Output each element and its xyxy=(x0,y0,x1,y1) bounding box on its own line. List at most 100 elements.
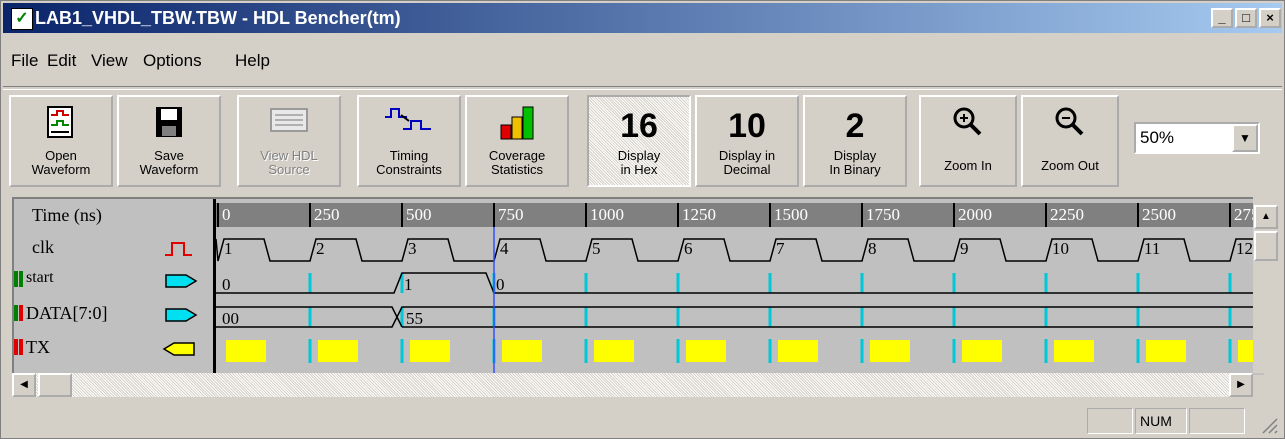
scroll-up-arrow-icon[interactable]: ▲ xyxy=(1254,205,1278,229)
waveform-canvas[interactable] xyxy=(216,199,1264,375)
clk-cycle-number: 2 xyxy=(316,239,325,258)
save-waveform-label: Save Waveform xyxy=(139,148,199,177)
timing-constraints-button[interactable]: Timing Constraints xyxy=(357,95,461,187)
view-hdl-source-button[interactable]: View HDL Source xyxy=(237,95,341,187)
signal-name-clk[interactable]: clk xyxy=(32,237,54,258)
input-bus-icon xyxy=(165,308,198,322)
dropdown-arrow-icon[interactable]: ▼ xyxy=(1232,124,1258,152)
display-decimal-button[interactable]: 10 Display in Decimal xyxy=(695,95,799,187)
zoom-out-icon xyxy=(1055,107,1084,136)
open-waveform-icon xyxy=(47,106,73,138)
tx-output-block xyxy=(226,340,266,362)
close-button[interactable]: × xyxy=(1259,8,1281,28)
display-decimal-label: Display in Decimal xyxy=(718,148,776,177)
clk-waveform xyxy=(216,238,1264,262)
save-waveform-button[interactable]: Save Waveform xyxy=(117,95,221,187)
clk-cycle-number: 10 xyxy=(1052,239,1069,258)
timing-constraints-icon xyxy=(385,108,431,130)
tx-output-block xyxy=(1054,340,1094,362)
view-hdl-source-label: View HDL Source xyxy=(260,148,318,177)
coverage-statistics-label: Coverage Statistics xyxy=(488,148,546,177)
app-window: ✓ LAB1_VHDL_TBW.TBW - HDL Bencher(tm) _ … xyxy=(0,0,1285,439)
binary-radix-number: 2 xyxy=(845,107,865,145)
clk-cycle-number: 5 xyxy=(592,239,601,258)
app-check-icon: ✓ xyxy=(11,8,33,30)
scroll-left-arrow-icon[interactable]: ◀ xyxy=(12,373,36,397)
clk-cycle-number: 6 xyxy=(684,239,693,258)
zoom-out-button[interactable]: Zoom Out xyxy=(1021,95,1119,187)
signal-name-tx[interactable]: TX xyxy=(26,337,50,358)
vertical-scrollbar[interactable]: ▲ xyxy=(1253,197,1279,373)
clk-cycle-number: 7 xyxy=(776,239,785,258)
time-axis-label: Time (ns) xyxy=(32,205,102,225)
menu-view[interactable]: View xyxy=(91,51,128,71)
display-hex-label: Display in Hex xyxy=(617,148,661,177)
input-port-icon xyxy=(165,274,198,288)
signal-name-column: Time (ns) clk start DATA[7:0] TX xyxy=(14,199,213,375)
start-value-label: 0 xyxy=(222,275,231,294)
minimize-button[interactable]: _ xyxy=(1211,8,1233,28)
tx-output-block xyxy=(318,340,358,362)
tx-output-block xyxy=(962,340,1002,362)
start-waveform xyxy=(216,272,1264,294)
signal-name-start[interactable]: start xyxy=(26,269,54,287)
clk-cycle-number: 1 xyxy=(224,239,233,258)
input-marker-data xyxy=(14,305,18,321)
tx-output-block xyxy=(686,340,726,362)
start-value-label: 1 xyxy=(404,275,413,294)
zoom-in-button[interactable]: Zoom In xyxy=(919,95,1017,187)
waveform-pane[interactable]: Time (ns) clk start DATA[7:0] TX 0 250 5… xyxy=(12,197,1264,375)
tx-output-block xyxy=(778,340,818,362)
clk-cycle-number: 11 xyxy=(1144,239,1161,258)
horizontal-scrollbar[interactable]: ◀ ▶ xyxy=(12,373,1253,397)
open-waveform-button[interactable]: Open Waveform xyxy=(9,95,113,187)
title-bar[interactable]: ✓ LAB1_VHDL_TBW.TBW - HDL Bencher(tm) _ … xyxy=(3,3,1282,33)
zoom-in-label: Zoom In xyxy=(944,158,992,173)
window-title: LAB1_VHDL_TBW.TBW - HDL Bencher(tm) xyxy=(35,8,401,28)
menu-help[interactable]: Help xyxy=(235,51,270,71)
display-binary-label: Display In Binary xyxy=(829,148,881,177)
clk-cycle-number: 4 xyxy=(500,239,509,258)
coverage-statistics-button[interactable]: Coverage Statistics xyxy=(465,95,569,187)
tx-output-block xyxy=(594,340,634,362)
clk-cycle-number: 12 xyxy=(1236,239,1253,258)
open-waveform-label: Open Waveform xyxy=(31,148,91,177)
floppy-disk-icon xyxy=(156,107,182,137)
status-bar: NUM xyxy=(1,403,1284,438)
maximize-button[interactable]: □ xyxy=(1235,8,1257,28)
status-panel-empty-2 xyxy=(1189,408,1245,434)
tx-output-block xyxy=(410,340,450,362)
data-value-label: 55 xyxy=(406,309,423,328)
clk-cycle-number: 3 xyxy=(408,239,417,258)
signal-name-data[interactable]: DATA[7:0] xyxy=(26,303,108,324)
output-marker-tx xyxy=(14,339,18,355)
input-marker-start-2 xyxy=(19,271,23,287)
status-panel-empty xyxy=(1087,408,1133,434)
horizontal-scroll-thumb[interactable] xyxy=(38,373,72,397)
menu-edit[interactable]: Edit xyxy=(47,51,76,71)
output-marker-tx-2 xyxy=(19,339,23,355)
zoom-level-value: 50% xyxy=(1140,128,1175,147)
input-marker-start xyxy=(14,271,18,287)
clk-cycle-number: 9 xyxy=(960,239,969,258)
toolbar-separator xyxy=(3,86,1282,90)
status-num: NUM xyxy=(1135,408,1187,434)
scroll-right-arrow-icon[interactable]: ▶ xyxy=(1229,373,1253,397)
output-port-icon xyxy=(162,342,195,356)
display-binary-button[interactable]: 2 Display In Binary xyxy=(803,95,907,187)
hdl-source-icon xyxy=(270,108,308,132)
bar-chart-icon xyxy=(500,106,534,140)
zoom-out-label: Zoom Out xyxy=(1041,158,1099,173)
vertical-scroll-thumb[interactable] xyxy=(1254,231,1278,261)
start-value-label: 0 xyxy=(496,275,505,294)
hex-radix-number: 16 xyxy=(620,107,658,145)
resize-grip-icon[interactable] xyxy=(1259,415,1279,435)
tx-output-block xyxy=(502,340,542,362)
menu-file[interactable]: File xyxy=(11,51,38,71)
display-hex-button[interactable]: 16 Display in Hex xyxy=(587,95,691,187)
input-marker-data-2 xyxy=(19,305,23,321)
menu-options[interactable]: Options xyxy=(143,51,202,71)
data-bus-waveform xyxy=(216,306,1264,328)
zoom-level-select[interactable]: 50% ▼ xyxy=(1134,122,1260,154)
zoom-in-icon xyxy=(953,107,982,136)
